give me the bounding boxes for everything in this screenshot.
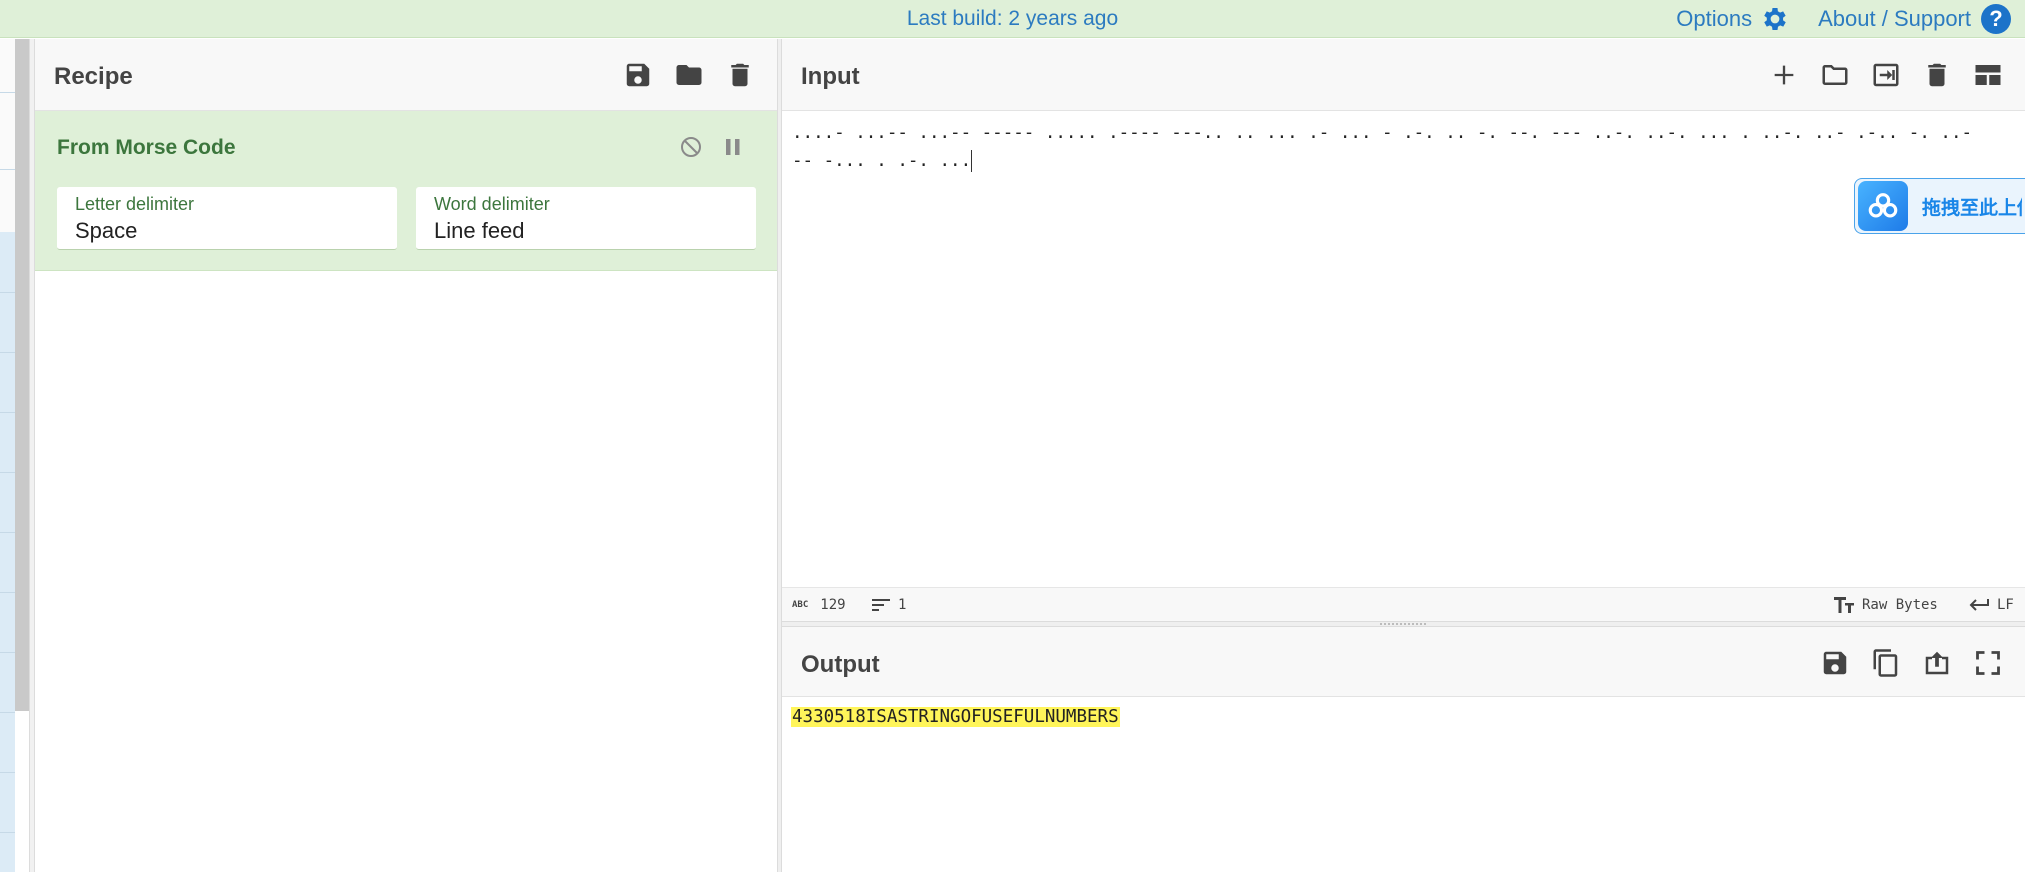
word-delimiter-value: Line feed: [434, 218, 525, 243]
recipe-title: Recipe: [54, 63, 133, 90]
baidu-upload-text: 拖拽至此上传: [1922, 197, 2022, 219]
line-count-value: 1: [898, 597, 907, 613]
operations-selected-region: [0, 232, 15, 872]
load-recipe-button[interactable]: [672, 58, 706, 92]
recipe-panel: Recipe From Morse Code Letter delimiter: [35, 39, 777, 872]
text-caret: [971, 150, 973, 172]
disable-icon: [681, 137, 701, 157]
maximize-output-button[interactable]: [1971, 646, 2005, 680]
reset-layout-button[interactable]: [1971, 58, 2005, 92]
letter-delimiter-label: Letter delimiter: [75, 194, 195, 214]
output-title: Output: [801, 651, 880, 678]
copy-icon: [1873, 649, 1898, 677]
about-support-label: About / Support: [1818, 6, 1971, 31]
input-panel: Input ....- ...-- ...-- ----- ..... .---…: [782, 39, 2025, 621]
gear-icon: [1764, 8, 1786, 31]
eol-value: LF: [1997, 597, 2014, 613]
open-folder-button[interactable]: [1869, 58, 1903, 92]
input-status-bar: ABC 129 1 Raw Bytes LF: [782, 587, 2025, 621]
text-size-icon: [1834, 597, 1854, 613]
save-icon: [626, 63, 650, 87]
open-file-button[interactable]: [1818, 58, 1852, 92]
replace-input-icon: [1925, 651, 1949, 675]
operation-from-morse-code[interactable]: From Morse Code Letter delimiter Space W…: [35, 111, 777, 271]
save-output-button[interactable]: [1818, 646, 1852, 680]
copy-output-button[interactable]: [1869, 646, 1903, 680]
word-delimiter-label: Word delimiter: [434, 194, 550, 214]
add-input-tab-button[interactable]: [1767, 58, 1801, 92]
replace-input-button[interactable]: [1920, 646, 1954, 680]
operations-strip: [0, 39, 15, 872]
clear-input-button[interactable]: [1920, 58, 1954, 92]
word-delimiter-select[interactable]: Word delimiter Line feed: [416, 187, 756, 250]
options-button[interactable]: Options: [1676, 4, 1790, 34]
output-panel: Output 4330518ISASTRINGOFUSEFULNUMBERS: [782, 627, 2025, 872]
disable-operation-button[interactable]: [677, 133, 705, 161]
baidu-upload-widget[interactable]: 拖拽至此上传: [1854, 178, 2025, 234]
lines-icon: [872, 599, 890, 611]
input-title: Input: [801, 63, 860, 90]
folder-icon: [676, 65, 702, 85]
char-count-value: 129: [820, 597, 846, 613]
trash-icon: [1928, 63, 1946, 87]
folder-icon: [1822, 65, 1848, 85]
maximize-icon: [1976, 651, 2000, 675]
baidu-netdisk-icon: [1858, 181, 1908, 231]
operation-title: From Morse Code: [57, 136, 236, 159]
save-icon: [1823, 651, 1847, 675]
output-textarea[interactable]: 4330518ISASTRINGOFUSEFULNUMBERS: [791, 705, 1120, 729]
save-recipe-button[interactable]: [621, 58, 655, 92]
top-banner: Last build: 2 years ago Options About / …: [0, 0, 2025, 38]
encoding-selector[interactable]: Raw Bytes: [1834, 597, 1938, 613]
trash-icon: [731, 63, 749, 87]
help-icon: ?: [1981, 4, 2011, 34]
letter-delimiter-value: Space: [75, 218, 138, 243]
output-text-content: 4330518ISASTRINGOFUSEFULNUMBERS: [791, 707, 1120, 727]
about-support-button[interactable]: About / Support ?: [1818, 4, 2011, 34]
input-header: Input: [782, 39, 2025, 111]
breakpoint-button[interactable]: [719, 133, 747, 161]
encoding-value: Raw Bytes: [1862, 597, 1938, 613]
import-icon: [1873, 63, 1899, 87]
char-count: ABC 129: [792, 597, 846, 613]
letter-delimiter-select[interactable]: Letter delimiter Space: [57, 187, 397, 250]
eol-selector[interactable]: LF: [1969, 597, 2014, 613]
input-textarea[interactable]: ....- ...-- ...-- ----- ..... .---- ---.…: [792, 119, 1987, 175]
output-header: Output: [782, 627, 2025, 697]
return-icon: [1969, 599, 1989, 611]
recipe-header: Recipe: [35, 39, 777, 111]
clear-recipe-button[interactable]: [723, 58, 757, 92]
add-icon: [1774, 65, 1794, 85]
line-count: 1: [872, 597, 906, 613]
layout-icon: [1975, 65, 2001, 85]
operations-scrollbar[interactable]: [15, 39, 29, 711]
options-label: Options: [1676, 6, 1753, 31]
abc-icon: ABC: [792, 600, 809, 610]
pause-icon: [726, 139, 740, 155]
